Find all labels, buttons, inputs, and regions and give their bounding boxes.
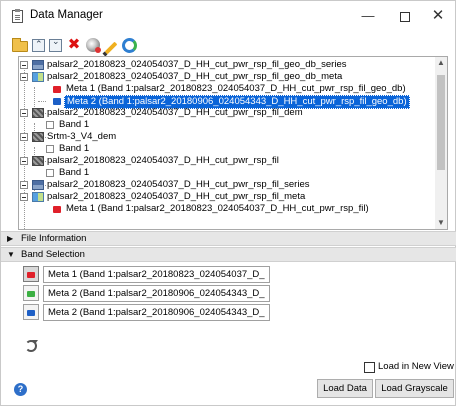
data-tree[interactable]: palsar2_20180823_024054037_D_HH_cut_pwr_… — [18, 56, 448, 230]
delete-icon[interactable]: ✖ — [66, 37, 82, 53]
tree-connector — [24, 63, 25, 229]
collapse-toggle-icon[interactable] — [20, 61, 28, 69]
maximize-button[interactable] — [388, 5, 422, 27]
collapse-toggle-icon[interactable] — [20, 109, 28, 117]
minimize-button[interactable]: — — [351, 5, 385, 27]
load-grayscale-button[interactable]: Load Grayscale — [375, 379, 454, 398]
tree-row-label: Meta 1 (Band 1:palsar2_20180823_02405403… — [66, 203, 369, 214]
tree-scrollbar[interactable]: ▲ ▼ — [435, 57, 447, 229]
tree-row-label: palsar2_20180823_024054037_D_HH_cut_pwr_… — [47, 155, 279, 166]
caret-right-icon: ▶ — [7, 234, 14, 243]
raster-icon — [32, 108, 44, 118]
tree-connector — [38, 101, 46, 102]
red-channel-icon — [27, 272, 35, 278]
scroll-up-icon[interactable]: ▲ — [435, 57, 447, 69]
blue-channel-button[interactable] — [23, 304, 39, 320]
collapse-toggle-icon[interactable] — [20, 157, 28, 165]
collapse-all-icon[interactable] — [32, 38, 45, 52]
collapse-toggle-icon[interactable] — [20, 181, 28, 189]
caret-down-icon: ▼ — [7, 250, 15, 259]
green-channel-button[interactable] — [23, 285, 39, 301]
green-channel-icon — [27, 291, 35, 297]
band-icon — [46, 169, 54, 177]
blue-band-field[interactable]: Meta 2 (Band 1:palsar2_20180906_02405434… — [43, 304, 270, 321]
tree-row-label: Meta 1 (Band 1:palsar2_20180823_02405403… — [66, 83, 406, 94]
scroll-down-icon[interactable]: ▼ — [435, 217, 447, 229]
tree-row-label: palsar2_20180823_024054037_D_HH_cut_pwr_… — [47, 59, 347, 70]
raster-icon — [32, 132, 44, 142]
red-band-icon — [53, 86, 61, 93]
refresh-icon[interactable] — [122, 37, 137, 53]
window-title: Data Manager — [30, 9, 103, 21]
red-band-icon — [53, 206, 61, 213]
tree-row-label: Band 1 — [59, 119, 90, 130]
data-manager-window: Data Manager — ✕ ✖ palsar2_20180823_0240… — [0, 0, 456, 406]
remove-icon[interactable] — [86, 38, 101, 53]
green-band-field[interactable]: Meta 2 (Band 1:palsar2_20180906_02405434… — [43, 285, 270, 302]
tree-row-label: Band 1 — [59, 167, 90, 178]
tree-row-label: Srtm-3_V4_dem — [47, 131, 117, 142]
series-icon — [32, 180, 44, 190]
scrollbar-thumb[interactable] — [437, 75, 445, 170]
blue-channel-icon — [27, 310, 35, 316]
edit-icon[interactable] — [104, 41, 118, 55]
section-label: Band Selection — [21, 249, 85, 260]
tree-row-label: palsar2_20180823_024054037_D_HH_cut_pwr_… — [47, 191, 306, 202]
red-channel-button[interactable] — [23, 266, 39, 282]
load-new-view-label: Load in New View — [378, 361, 454, 372]
red-band-field[interactable]: Meta 1 (Band 1:palsar2_20180823_02405403… — [43, 266, 270, 283]
collapse-toggle-icon[interactable] — [20, 193, 28, 201]
expand-all-icon[interactable] — [49, 36, 62, 52]
meta-icon — [32, 72, 44, 82]
load-new-view-checkbox[interactable] — [364, 362, 375, 373]
raster-icon — [32, 156, 44, 166]
section-label: File Information — [21, 233, 87, 244]
open-icon[interactable] — [12, 38, 28, 52]
swap-bands-icon[interactable] — [25, 340, 38, 352]
clipboard-icon — [12, 9, 23, 23]
title-bar[interactable]: Data Manager — ✕ — [1, 1, 455, 31]
series-icon — [32, 60, 44, 70]
load-data-button[interactable]: Load Data — [317, 379, 373, 398]
tree-row-label: palsar2_20180823_024054037_D_HH_cut_pwr_… — [47, 179, 310, 190]
toolbar: ✖ — [12, 36, 137, 55]
collapse-toggle-icon[interactable] — [20, 73, 28, 81]
meta-icon — [32, 192, 44, 202]
tree-row-label: Band 1 — [59, 143, 90, 154]
tree-row-label: palsar2_20180823_024054037_D_HH_cut_pwr_… — [47, 71, 343, 82]
file-information-header[interactable]: ▶ File Information — [1, 231, 456, 246]
band-icon — [46, 145, 54, 153]
maximize-icon — [400, 11, 410, 22]
close-button[interactable]: ✕ — [421, 5, 455, 27]
tree-row-label: palsar2_20180823_024054037_D_HH_cut_pwr_… — [47, 107, 303, 118]
band-selection-header[interactable]: ▼ Band Selection — [1, 247, 456, 262]
help-icon[interactable]: ? — [14, 383, 27, 396]
blue-band-icon — [53, 98, 61, 105]
collapse-toggle-icon[interactable] — [20, 133, 28, 141]
band-icon — [46, 121, 54, 129]
